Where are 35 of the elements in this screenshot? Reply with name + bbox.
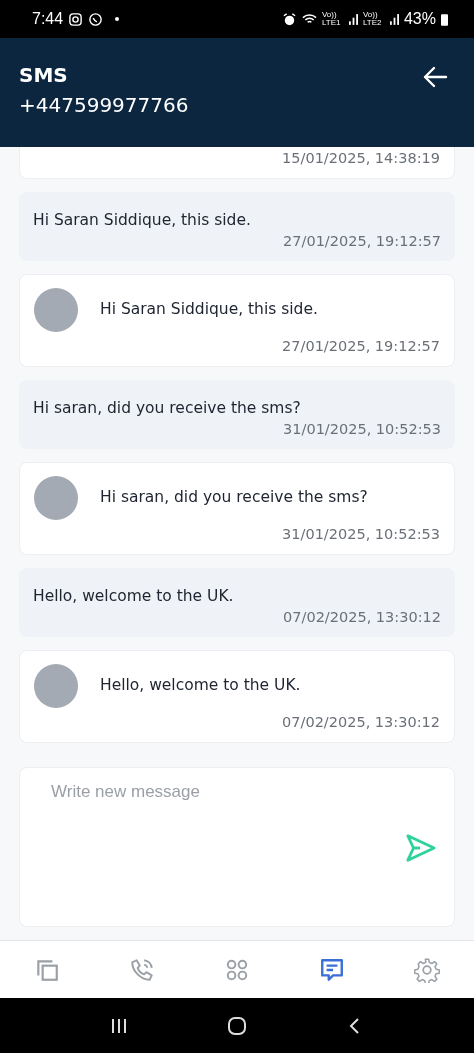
message-text: Hi saran, did you receive the sms? [33, 398, 301, 419]
avatar [34, 476, 78, 520]
alarm-icon [281, 11, 297, 27]
back-arrow-icon[interactable] [422, 66, 448, 88]
battery-level: 43% [403, 10, 436, 28]
network-label: Vo)) LTE2 [362, 11, 383, 27]
message-timestamp: 15/01/2025, 14:38:19 [282, 150, 440, 166]
home-icon[interactable] [227, 1015, 247, 1036]
message-text: Hi Saran Siddique, this side. [33, 210, 251, 231]
message-timestamp: 07/02/2025, 13:30:12 [283, 609, 441, 625]
phone-icon[interactable] [129, 956, 156, 983]
chat-icon[interactable] [318, 956, 345, 983]
clock: 7:44 [32, 10, 64, 28]
message-text: Hi Saran Siddique, this side. [100, 299, 318, 320]
phone-number: +447599977766 [19, 92, 189, 119]
signal-icon [389, 13, 399, 25]
avatar [34, 664, 78, 708]
screen-title: SMS [19, 62, 69, 88]
message-text: Hi saran, did you receive the sms? [100, 487, 368, 508]
message-timestamp: 31/01/2025, 10:52:53 [283, 421, 441, 437]
dot-icon [114, 16, 121, 22]
settings-icon[interactable] [413, 956, 440, 983]
message-field[interactable]: Write new message [19, 767, 455, 927]
message-timestamp: 27/01/2025, 19:12:57 [282, 338, 440, 354]
message-timestamp: 27/01/2025, 19:12:57 [283, 233, 441, 249]
network-label: Vo)) LTE1 [321, 11, 342, 27]
message-timestamp: 31/01/2025, 10:52:53 [282, 526, 440, 542]
message-timestamp: 07/02/2025, 13:30:12 [282, 714, 440, 730]
message-text: Hello, welcome to the UK. [33, 586, 234, 607]
battery-icon [441, 12, 448, 26]
signal-icon [348, 13, 358, 25]
camera-icon [68, 11, 84, 27]
avatar [34, 288, 78, 332]
message-text: Hello, welcome to the UK. [100, 675, 301, 696]
chat-bubble-icon [88, 11, 104, 27]
